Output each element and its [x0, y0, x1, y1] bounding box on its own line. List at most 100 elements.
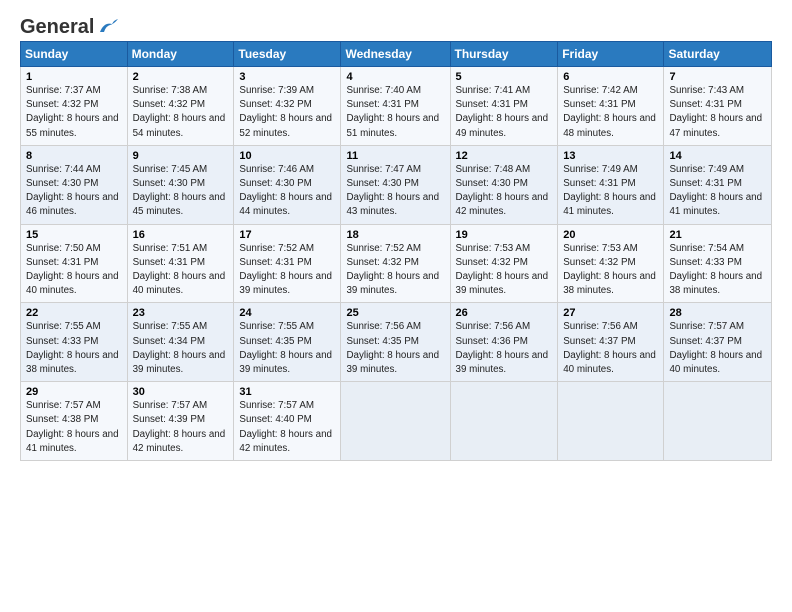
- calendar-cell: 3 Sunrise: 7:39 AM Sunset: 4:32 PM Dayli…: [234, 67, 341, 146]
- calendar-cell: [664, 382, 772, 461]
- calendar-cell: 25 Sunrise: 7:56 AM Sunset: 4:35 PM Dayl…: [341, 303, 450, 382]
- day-info: Sunrise: 7:54 AM Sunset: 4:33 PM Dayligh…: [669, 243, 762, 297]
- calendar-cell: 16 Sunrise: 7:51 AM Sunset: 4:31 PM Dayl…: [127, 224, 234, 303]
- calendar-cell: [450, 382, 558, 461]
- calendar-week-row: 29 Sunrise: 7:57 AM Sunset: 4:38 PM Dayl…: [21, 382, 772, 461]
- calendar-cell: 22 Sunrise: 7:55 AM Sunset: 4:33 PM Dayl…: [21, 303, 128, 382]
- day-number: 14: [669, 150, 766, 162]
- calendar-cell: 9 Sunrise: 7:45 AM Sunset: 4:30 PM Dayli…: [127, 145, 234, 224]
- calendar-cell: 13 Sunrise: 7:49 AM Sunset: 4:31 PM Dayl…: [558, 145, 664, 224]
- day-number: 6: [563, 71, 658, 83]
- calendar-header-row: SundayMondayTuesdayWednesdayThursdayFrid…: [21, 42, 772, 67]
- column-header-sunday: Sunday: [21, 42, 128, 67]
- day-info: Sunrise: 7:49 AM Sunset: 4:31 PM Dayligh…: [669, 164, 762, 218]
- day-info: Sunrise: 7:55 AM Sunset: 4:35 PM Dayligh…: [239, 321, 332, 375]
- day-info: Sunrise: 7:49 AM Sunset: 4:31 PM Dayligh…: [563, 164, 656, 218]
- calendar-cell: 20 Sunrise: 7:53 AM Sunset: 4:32 PM Dayl…: [558, 224, 664, 303]
- calendar-cell: 18 Sunrise: 7:52 AM Sunset: 4:32 PM Dayl…: [341, 224, 450, 303]
- day-number: 12: [456, 150, 553, 162]
- column-header-tuesday: Tuesday: [234, 42, 341, 67]
- calendar-cell: 24 Sunrise: 7:55 AM Sunset: 4:35 PM Dayl…: [234, 303, 341, 382]
- day-number: 7: [669, 71, 766, 83]
- day-info: Sunrise: 7:52 AM Sunset: 4:31 PM Dayligh…: [239, 243, 332, 297]
- calendar-cell: 8 Sunrise: 7:44 AM Sunset: 4:30 PM Dayli…: [21, 145, 128, 224]
- day-info: Sunrise: 7:43 AM Sunset: 4:31 PM Dayligh…: [669, 85, 762, 139]
- day-number: 9: [133, 150, 229, 162]
- day-number: 25: [346, 307, 444, 319]
- calendar-cell: [341, 382, 450, 461]
- day-info: Sunrise: 7:45 AM Sunset: 4:30 PM Dayligh…: [133, 164, 226, 218]
- day-number: 24: [239, 307, 335, 319]
- day-number: 26: [456, 307, 553, 319]
- calendar-cell: [558, 382, 664, 461]
- calendar-cell: 11 Sunrise: 7:47 AM Sunset: 4:30 PM Dayl…: [341, 145, 450, 224]
- column-header-saturday: Saturday: [664, 42, 772, 67]
- day-info: Sunrise: 7:40 AM Sunset: 4:31 PM Dayligh…: [346, 85, 439, 139]
- day-info: Sunrise: 7:57 AM Sunset: 4:40 PM Dayligh…: [239, 400, 332, 454]
- day-info: Sunrise: 7:53 AM Sunset: 4:32 PM Dayligh…: [456, 243, 549, 297]
- calendar-cell: 12 Sunrise: 7:48 AM Sunset: 4:30 PM Dayl…: [450, 145, 558, 224]
- day-info: Sunrise: 7:38 AM Sunset: 4:32 PM Dayligh…: [133, 85, 226, 139]
- day-number: 10: [239, 150, 335, 162]
- day-number: 13: [563, 150, 658, 162]
- calendar-cell: 15 Sunrise: 7:50 AM Sunset: 4:31 PM Dayl…: [21, 224, 128, 303]
- calendar-cell: 28 Sunrise: 7:57 AM Sunset: 4:37 PM Dayl…: [664, 303, 772, 382]
- column-header-wednesday: Wednesday: [341, 42, 450, 67]
- calendar-cell: 29 Sunrise: 7:57 AM Sunset: 4:38 PM Dayl…: [21, 382, 128, 461]
- day-number: 17: [239, 229, 335, 241]
- day-info: Sunrise: 7:44 AM Sunset: 4:30 PM Dayligh…: [26, 164, 119, 218]
- day-info: Sunrise: 7:39 AM Sunset: 4:32 PM Dayligh…: [239, 85, 332, 139]
- day-info: Sunrise: 7:57 AM Sunset: 4:37 PM Dayligh…: [669, 321, 762, 375]
- day-number: 4: [346, 71, 444, 83]
- calendar-cell: 27 Sunrise: 7:56 AM Sunset: 4:37 PM Dayl…: [558, 303, 664, 382]
- day-number: 23: [133, 307, 229, 319]
- day-number: 5: [456, 71, 553, 83]
- calendar-cell: 6 Sunrise: 7:42 AM Sunset: 4:31 PM Dayli…: [558, 67, 664, 146]
- day-info: Sunrise: 7:55 AM Sunset: 4:34 PM Dayligh…: [133, 321, 226, 375]
- logo-general: General: [20, 16, 94, 39]
- logo-bird-icon: [96, 18, 118, 36]
- calendar-week-row: 1 Sunrise: 7:37 AM Sunset: 4:32 PM Dayli…: [21, 67, 772, 146]
- day-number: 30: [133, 386, 229, 398]
- day-info: Sunrise: 7:56 AM Sunset: 4:35 PM Dayligh…: [346, 321, 439, 375]
- day-number: 2: [133, 71, 229, 83]
- day-info: Sunrise: 7:50 AM Sunset: 4:31 PM Dayligh…: [26, 243, 119, 297]
- calendar-cell: 26 Sunrise: 7:56 AM Sunset: 4:36 PM Dayl…: [450, 303, 558, 382]
- calendar-cell: 7 Sunrise: 7:43 AM Sunset: 4:31 PM Dayli…: [664, 67, 772, 146]
- day-number: 15: [26, 229, 122, 241]
- calendar-cell: 21 Sunrise: 7:54 AM Sunset: 4:33 PM Dayl…: [664, 224, 772, 303]
- day-info: Sunrise: 7:57 AM Sunset: 4:38 PM Dayligh…: [26, 400, 119, 454]
- day-number: 21: [669, 229, 766, 241]
- header: General: [20, 16, 772, 35]
- day-number: 22: [26, 307, 122, 319]
- column-header-monday: Monday: [127, 42, 234, 67]
- day-info: Sunrise: 7:37 AM Sunset: 4:32 PM Dayligh…: [26, 85, 119, 139]
- day-info: Sunrise: 7:56 AM Sunset: 4:37 PM Dayligh…: [563, 321, 656, 375]
- day-number: 27: [563, 307, 658, 319]
- calendar-cell: 23 Sunrise: 7:55 AM Sunset: 4:34 PM Dayl…: [127, 303, 234, 382]
- calendar-cell: 5 Sunrise: 7:41 AM Sunset: 4:31 PM Dayli…: [450, 67, 558, 146]
- day-number: 18: [346, 229, 444, 241]
- calendar: SundayMondayTuesdayWednesdayThursdayFrid…: [20, 41, 772, 461]
- day-info: Sunrise: 7:47 AM Sunset: 4:30 PM Dayligh…: [346, 164, 439, 218]
- calendar-week-row: 22 Sunrise: 7:55 AM Sunset: 4:33 PM Dayl…: [21, 303, 772, 382]
- day-number: 11: [346, 150, 444, 162]
- column-header-friday: Friday: [558, 42, 664, 67]
- calendar-week-row: 8 Sunrise: 7:44 AM Sunset: 4:30 PM Dayli…: [21, 145, 772, 224]
- day-number: 19: [456, 229, 553, 241]
- calendar-cell: 4 Sunrise: 7:40 AM Sunset: 4:31 PM Dayli…: [341, 67, 450, 146]
- calendar-cell: 1 Sunrise: 7:37 AM Sunset: 4:32 PM Dayli…: [21, 67, 128, 146]
- calendar-cell: 30 Sunrise: 7:57 AM Sunset: 4:39 PM Dayl…: [127, 382, 234, 461]
- day-info: Sunrise: 7:46 AM Sunset: 4:30 PM Dayligh…: [239, 164, 332, 218]
- calendar-cell: 19 Sunrise: 7:53 AM Sunset: 4:32 PM Dayl…: [450, 224, 558, 303]
- day-info: Sunrise: 7:56 AM Sunset: 4:36 PM Dayligh…: [456, 321, 549, 375]
- day-number: 16: [133, 229, 229, 241]
- day-number: 8: [26, 150, 122, 162]
- day-info: Sunrise: 7:42 AM Sunset: 4:31 PM Dayligh…: [563, 85, 656, 139]
- day-number: 31: [239, 386, 335, 398]
- calendar-cell: 10 Sunrise: 7:46 AM Sunset: 4:30 PM Dayl…: [234, 145, 341, 224]
- day-info: Sunrise: 7:55 AM Sunset: 4:33 PM Dayligh…: [26, 321, 119, 375]
- logo: General: [20, 16, 118, 35]
- calendar-cell: 2 Sunrise: 7:38 AM Sunset: 4:32 PM Dayli…: [127, 67, 234, 146]
- day-info: Sunrise: 7:53 AM Sunset: 4:32 PM Dayligh…: [563, 243, 656, 297]
